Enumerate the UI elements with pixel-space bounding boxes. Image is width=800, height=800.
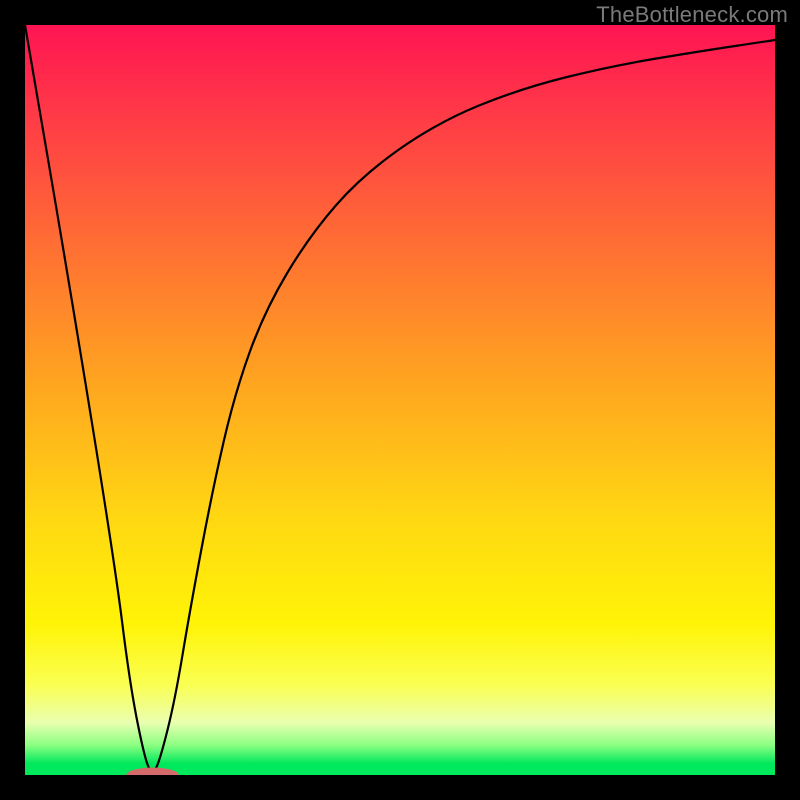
chart-frame: TheBottleneck.com [0,0,800,800]
bottleneck-curve-path [25,25,775,771]
plot-area [25,25,775,775]
chart-svg [25,25,775,775]
optimal-point-marker [126,768,179,776]
